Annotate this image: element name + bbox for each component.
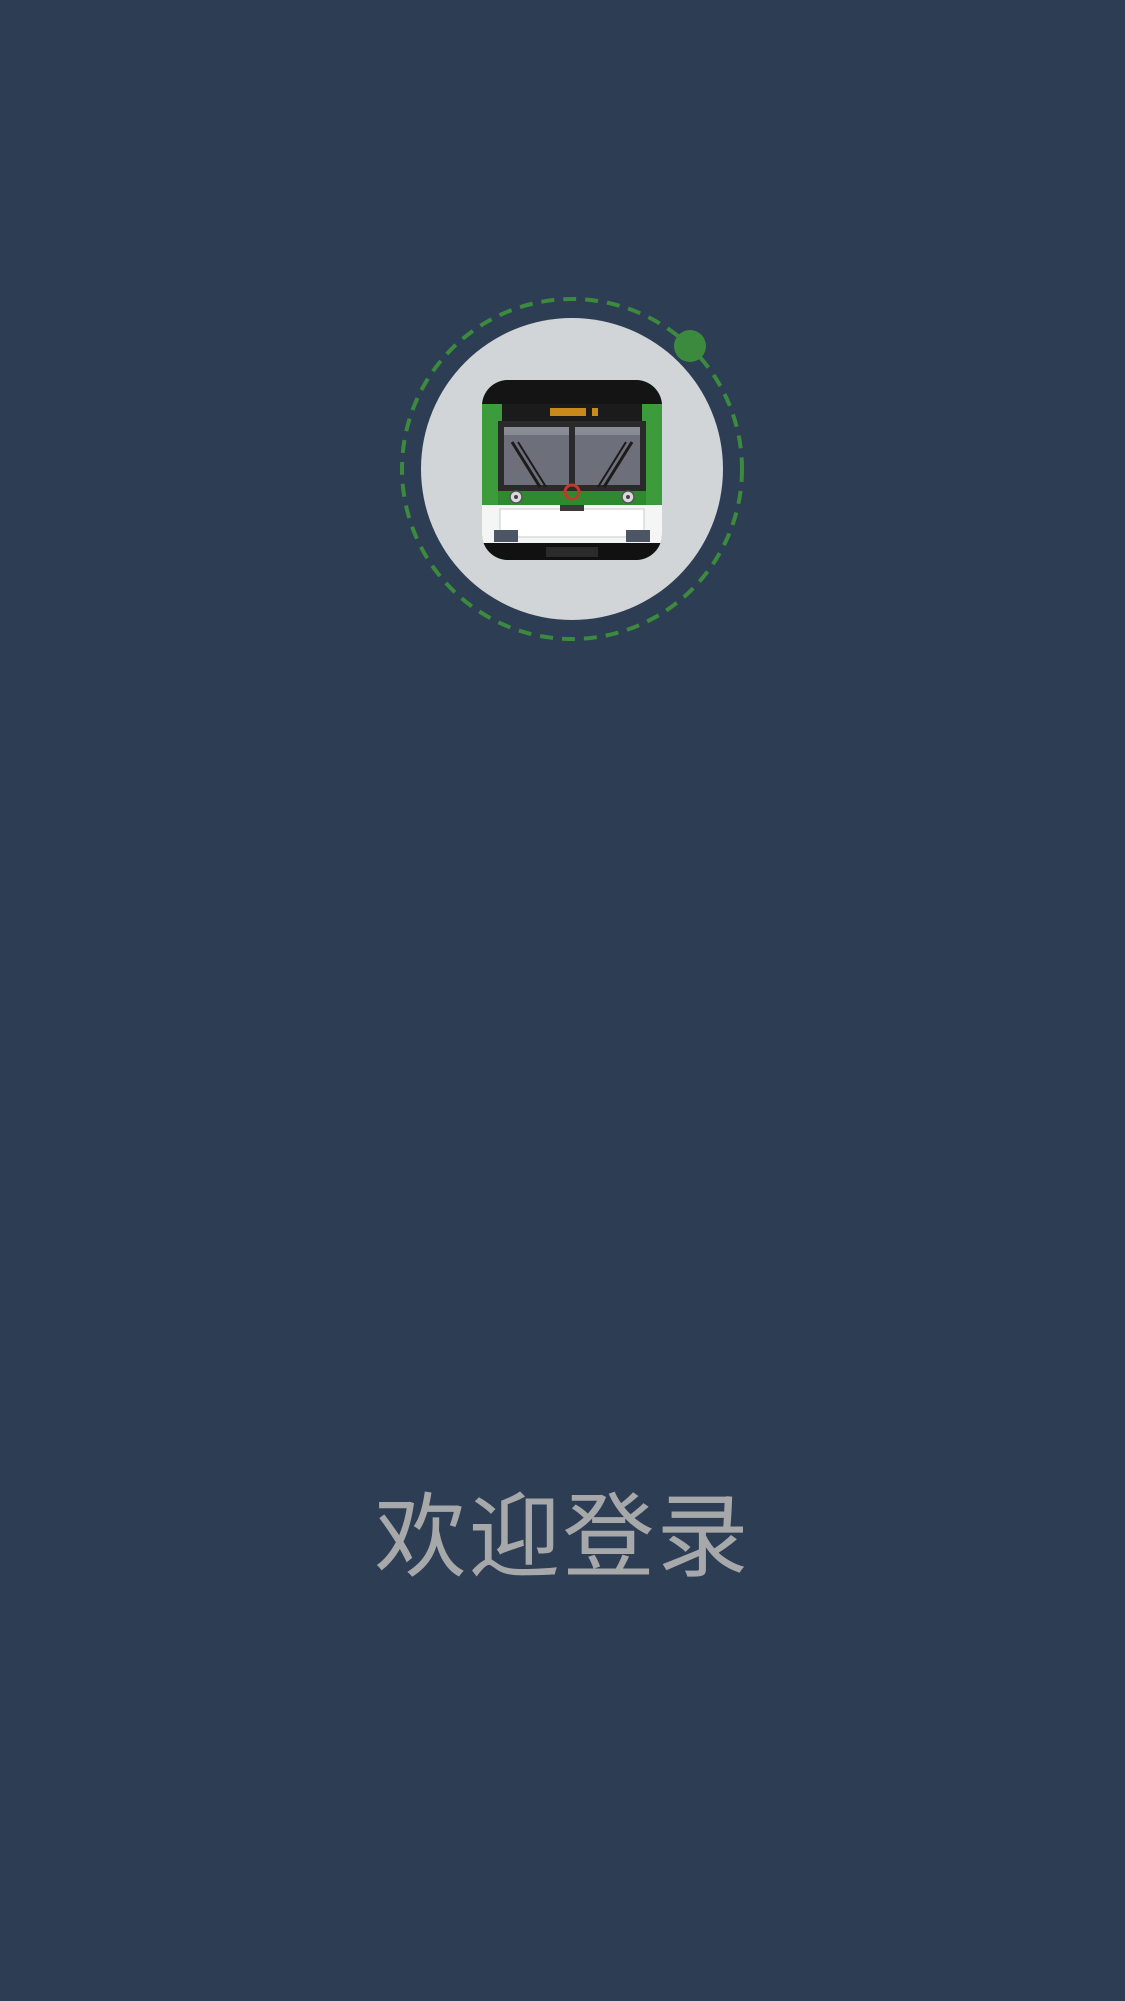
metro-train-icon	[482, 380, 662, 560]
welcome-title: 欢迎登录	[374, 1484, 751, 1591]
progress-dot	[674, 330, 706, 362]
loading-ring	[400, 297, 744, 641]
login-splash-screen: 欢迎登录	[0, 0, 1125, 2001]
app-logo	[400, 297, 744, 641]
